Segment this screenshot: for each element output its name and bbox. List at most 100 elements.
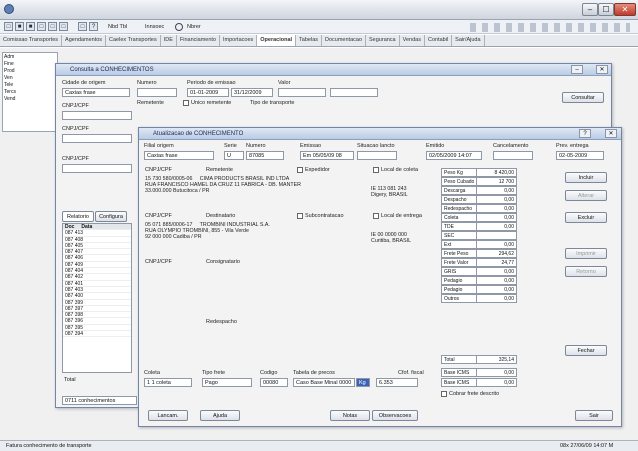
consulta-minimize-button[interactable]: ‒ (571, 65, 583, 74)
module-tab-1[interactable]: Agendamentos (62, 35, 107, 46)
consulta-unico-checkbox[interactable] (183, 100, 189, 106)
consulta-window-title: Consulta a CONHECIMENTOS (56, 64, 611, 76)
summary-value[interactable]: 0,00 (477, 267, 517, 276)
consulta-grid-row[interactable]: 087 394 (63, 331, 131, 338)
numero-field[interactable]: 87085 (246, 151, 284, 160)
tabela-field[interactable]: Caso Base Minal 0000 (293, 378, 355, 387)
summary-label: TDE (441, 222, 477, 231)
tree-item[interactable]: Tercs (4, 89, 56, 96)
consulta-valor-field[interactable] (278, 88, 326, 97)
summary-value[interactable]: 0,00 (477, 285, 517, 294)
ajuda-button[interactable]: Ajuda (200, 410, 240, 421)
tree-item[interactable]: Fine (4, 61, 56, 68)
module-tab-0[interactable]: Comissao Transportes (0, 35, 63, 46)
codigo-field[interactable]: 00080 (260, 378, 288, 387)
observacoes-button[interactable]: Observacoes (372, 410, 418, 421)
local-entrega-label: Local de entrega (381, 213, 422, 219)
new-icon[interactable]: □ (4, 22, 13, 31)
consulta-origem-select[interactable]: Caxias frase (62, 88, 130, 97)
tipo-frete-select[interactable]: Pago (202, 378, 252, 387)
consulta-valor-field-2[interactable] (330, 88, 378, 97)
fechar-side-button[interactable]: Fechar (565, 345, 607, 356)
grid-icon[interactable]: □ (48, 22, 57, 31)
consulta-numero-field[interactable] (137, 88, 177, 97)
summary-value[interactable]: 24,77 (477, 258, 517, 267)
atualizacao-close-button[interactable]: ✕ (605, 129, 617, 138)
save-icon[interactable]: ■ (26, 22, 35, 31)
destinatario-ie: IE 00 0000 000 Curitiba, BRASIL (371, 232, 412, 245)
module-tab-9[interactable]: Seguranca (366, 35, 400, 46)
consulta-close-button[interactable]: ✕ (596, 65, 608, 74)
cfop-field[interactable]: 6.353 (376, 378, 418, 387)
module-tab-2[interactable]: Caelex Transportes (106, 35, 161, 46)
sair-button[interactable]: Sair (575, 410, 613, 421)
module-tab-5[interactable]: Importacoes (220, 35, 258, 46)
consulta-date-from[interactable]: 01-01-2009 (187, 88, 229, 97)
module-tab-12[interactable]: Sair/Ajuda (452, 35, 485, 46)
icms-value-1: 0,00 (477, 368, 517, 377)
summary-value[interactable] (477, 231, 517, 240)
tree-item[interactable]: Vend (4, 96, 56, 103)
summary-value[interactable]: 0,00 (477, 294, 517, 303)
filter-icon[interactable]: □ (59, 22, 68, 31)
summary-value[interactable]: 8 420,00 (477, 168, 517, 177)
summary-value[interactable]: 0,00 (477, 240, 517, 249)
module-tab-10[interactable]: Vendas (400, 35, 425, 46)
incluir-button[interactable]: Incluir (565, 172, 607, 183)
toolbar-menu-2[interactable]: Innsoec (145, 24, 164, 30)
alterar-button[interactable]: Alterar (565, 190, 607, 201)
search-icon[interactable] (175, 23, 183, 31)
calendar-icon[interactable]: □ (78, 22, 87, 31)
subcontratacao-checkbox[interactable] (297, 213, 303, 219)
module-tab-7[interactable]: Tabelas (296, 35, 323, 46)
serie-select[interactable]: U (224, 151, 244, 160)
notas-button[interactable]: Notas (330, 410, 370, 421)
local-entrega-checkbox[interactable] (373, 213, 379, 219)
module-tab-11[interactable]: Contabil (425, 35, 453, 46)
folder-icon[interactable]: □ (37, 22, 46, 31)
summary-value[interactable]: 0,00 (477, 276, 517, 285)
maximize-button[interactable]: ☐ (598, 3, 614, 16)
toolbar-menu-3[interactable]: Nbrer (187, 24, 201, 30)
close-button[interactable]: ✕ (614, 3, 636, 16)
navigation-tree[interactable]: Adm Fine Prod Ven Tele Tercs Vend (2, 52, 58, 132)
module-tab-4[interactable]: Financiamento (177, 35, 220, 46)
atualizacao-help-button[interactable]: ? (579, 129, 591, 138)
module-tab-8[interactable]: Documentacao (322, 35, 367, 46)
summary-value[interactable]: 294,62 (477, 249, 517, 258)
summary-value[interactable]: 0,00 (477, 186, 517, 195)
print-icon[interactable]: ■ (15, 22, 24, 31)
summary-value[interactable]: 0,00 (477, 195, 517, 204)
expedidor-checkbox[interactable] (297, 167, 303, 173)
summary-value[interactable]: 0,00 (477, 213, 517, 222)
consulta-date-to[interactable]: 31/12/2009 (231, 88, 273, 97)
consulta-tab-relatorio[interactable]: Relatorio (62, 211, 94, 222)
retorno-button[interactable]: Retorno (565, 266, 607, 277)
consulta-tab-configura[interactable]: Configura (95, 211, 127, 222)
consulta-cnpj-field-3[interactable] (62, 164, 132, 173)
excluir-button[interactable]: Excluir (565, 212, 607, 223)
tree-item[interactable]: Prod (4, 68, 56, 75)
tree-item[interactable]: Ven (4, 75, 56, 82)
filial-select[interactable]: Caxias frase (144, 151, 214, 160)
consulta-cnpj-field-2[interactable] (62, 134, 132, 143)
local-coleta-checkbox[interactable] (373, 167, 379, 173)
coleta-field[interactable]: 1 1 coleta (144, 378, 192, 387)
summary-value[interactable]: 0,00 (477, 222, 517, 231)
summary-value[interactable]: 0,00 (477, 204, 517, 213)
imprimir-button[interactable]: Imprimir (565, 248, 607, 259)
consulta-cnpj-field-1[interactable] (62, 111, 132, 120)
prev-entrega-field[interactable]: 02-05-2009 (556, 151, 604, 160)
toolbar-menu-1[interactable]: Nbd Tbl (108, 24, 127, 30)
lancamentos-button[interactable]: Lancam. (148, 410, 188, 421)
tree-item[interactable]: Tele (4, 82, 56, 89)
minimize-button[interactable]: ‒ (582, 3, 598, 16)
consulta-results-grid[interactable]: Doc Data 087 413 087 408 087 405 087 407 087… (62, 223, 132, 373)
cobrar-frete-checkbox[interactable] (441, 391, 447, 397)
tree-item[interactable]: Adm (4, 54, 56, 61)
summary-value[interactable]: 12 700 (477, 177, 517, 186)
module-tab-3[interactable]: IDE (161, 35, 177, 46)
consultar-button[interactable]: Consultar (562, 92, 604, 103)
module-tab-6[interactable]: Operacional (257, 35, 297, 46)
help-icon[interactable]: ? (89, 22, 98, 31)
